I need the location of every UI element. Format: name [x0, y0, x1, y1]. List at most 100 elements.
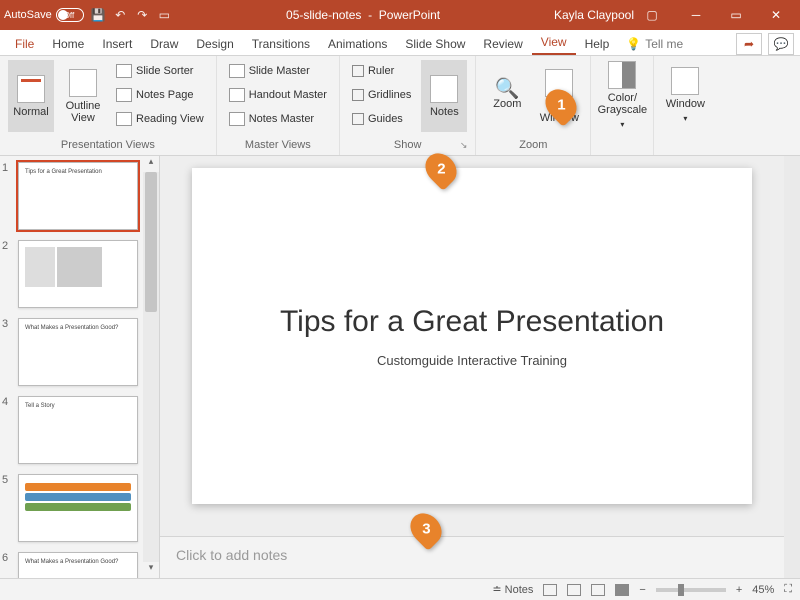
tab-home[interactable]: Home — [43, 33, 93, 55]
normal-icon — [17, 75, 45, 103]
autosave-toggle[interactable]: AutoSave Off — [4, 8, 74, 22]
scroll-down-icon[interactable]: ▾ — [143, 562, 159, 578]
notes-placeholder: Click to add notes — [176, 547, 287, 563]
notes-master-icon — [229, 112, 245, 126]
user-name[interactable]: Kayla Claypool — [554, 8, 634, 22]
scroll-thumb[interactable] — [145, 172, 157, 312]
zoom-button[interactable]: 🔍 Zoom — [484, 60, 530, 132]
tab-design[interactable]: Design — [187, 33, 242, 55]
group-label: Presentation Views — [8, 137, 208, 153]
slide-area: Tips for a Great Presentation Customguid… — [160, 156, 784, 578]
outline-view-button[interactable]: Outline View — [60, 60, 106, 132]
tell-me-search[interactable]: 💡 Tell me — [618, 33, 691, 55]
tab-file[interactable]: File — [6, 33, 43, 55]
handout-master-button[interactable]: Handout Master — [225, 84, 331, 106]
reading-view-button[interactable]: Reading View — [112, 108, 208, 130]
dialog-launcher-icon[interactable]: ↘ — [460, 140, 468, 151]
slide-scrollbar[interactable] — [784, 156, 800, 578]
redo-icon[interactable]: ↷ — [134, 7, 150, 23]
checkbox-icon — [352, 65, 364, 77]
color-grayscale-button[interactable]: Color/ Grayscale ▾ — [599, 60, 645, 132]
scroll-up-icon[interactable]: ▴ — [143, 156, 159, 172]
group-color-grayscale: Color/ Grayscale ▾ — [591, 56, 654, 155]
chevron-down-icon: ▾ — [620, 119, 624, 131]
tab-review[interactable]: Review — [474, 33, 531, 55]
thumbnails-scrollbar[interactable]: ▴ ▾ — [143, 156, 159, 578]
reading-view-icon — [116, 112, 132, 126]
slide-thumb-1[interactable]: Tips for a Great Presentation — [18, 162, 138, 230]
fit-to-window-icon[interactable]: ⛶ — [784, 583, 792, 596]
window-button[interactable]: Window ▾ — [662, 60, 708, 132]
maximize-button[interactable]: ▭ — [716, 0, 756, 30]
tab-animations[interactable]: Animations — [319, 33, 396, 55]
gridlines-checkbox[interactable]: Gridlines — [348, 84, 415, 106]
slide-number: 1 — [2, 162, 14, 230]
slide-master-button[interactable]: Slide Master — [225, 60, 331, 82]
checkbox-icon — [352, 113, 364, 125]
lightbulb-icon: 💡 — [626, 37, 641, 51]
slide-thumb-3[interactable]: What Makes a Presentation Good? — [18, 318, 138, 386]
notes-toggle[interactable]: ≐ Notes — [492, 583, 533, 596]
slide-master-icon — [229, 64, 245, 78]
ruler-checkbox[interactable]: Ruler — [348, 60, 415, 82]
slide-number: 6 — [2, 552, 14, 578]
slide-thumb-2[interactable] — [18, 240, 138, 308]
tab-transitions[interactable]: Transitions — [243, 33, 319, 55]
group-master-views: Slide Master Handout Master Notes Master… — [217, 56, 340, 155]
group-label: Zoom — [484, 137, 582, 153]
slide-number: 2 — [2, 240, 14, 308]
handout-master-icon — [229, 88, 245, 102]
guides-checkbox[interactable]: Guides — [348, 108, 415, 130]
zoom-in-button[interactable]: + — [736, 584, 742, 596]
autosave-label: AutoSave — [4, 9, 52, 21]
slide-subtitle: Customguide Interactive Training — [377, 353, 567, 368]
undo-icon[interactable]: ↶ — [112, 7, 128, 23]
ribbon-tabs: File Home Insert Draw Design Transitions… — [0, 30, 800, 56]
share-button[interactable]: ➦ — [736, 33, 762, 55]
group-label: Master Views — [225, 137, 331, 153]
slide-sorter-icon — [116, 64, 132, 78]
zoom-slider[interactable] — [656, 588, 726, 592]
notes-master-button[interactable]: Notes Master — [225, 108, 331, 130]
tab-help[interactable]: Help — [576, 33, 619, 55]
notes-icon — [430, 75, 458, 103]
notes-page-button[interactable]: Notes Page — [112, 84, 208, 106]
slide-title: Tips for a Great Presentation — [280, 305, 664, 339]
tab-slideshow[interactable]: Slide Show — [396, 33, 474, 55]
slide-number: 5 — [2, 474, 14, 542]
slide-number: 4 — [2, 396, 14, 464]
start-slideshow-icon[interactable]: ▭ — [156, 7, 172, 23]
color-icon — [608, 61, 636, 89]
zoom-out-button[interactable]: − — [639, 584, 645, 596]
view-sorter-icon[interactable] — [567, 584, 581, 596]
notes-button[interactable]: Notes — [421, 60, 467, 132]
ribbon-display-icon[interactable]: ▢ — [644, 7, 660, 23]
slide-thumbnails-panel: 1 Tips for a Great Presentation 2 3 What… — [0, 156, 160, 578]
slide-thumb-6[interactable]: What Makes a Presentation Good? — [18, 552, 138, 578]
zoom-level[interactable]: 45% — [752, 584, 774, 596]
close-button[interactable]: ✕ — [756, 0, 796, 30]
slide-sorter-button[interactable]: Slide Sorter — [112, 60, 208, 82]
slide-canvas[interactable]: Tips for a Great Presentation Customguid… — [192, 168, 752, 504]
view-normal-icon[interactable] — [543, 584, 557, 596]
zoom-icon: 🔍 — [495, 83, 520, 95]
work-area: 1 Tips for a Great Presentation 2 3 What… — [0, 156, 800, 578]
save-icon[interactable]: 💾 — [90, 7, 106, 23]
group-label: Show↘ — [348, 137, 467, 153]
tab-view[interactable]: View — [532, 31, 576, 55]
chevron-down-icon: ▾ — [683, 113, 687, 125]
comments-button[interactable]: 💬 — [768, 33, 794, 55]
view-slideshow-icon[interactable] — [615, 584, 629, 596]
view-reading-icon[interactable] — [591, 584, 605, 596]
outline-icon — [69, 69, 97, 97]
quick-access-toolbar: 💾 ↶ ↷ ▭ — [90, 7, 172, 23]
slide-thumb-5[interactable] — [18, 474, 138, 542]
tab-insert[interactable]: Insert — [93, 33, 141, 55]
titlebar: AutoSave Off 💾 ↶ ↷ ▭ 05-slide-notes - Po… — [0, 0, 800, 30]
normal-button[interactable]: Normal — [8, 60, 54, 132]
minimize-button[interactable]: ─ — [676, 0, 716, 30]
tab-draw[interactable]: Draw — [141, 33, 187, 55]
slide-thumb-4[interactable]: Tell a Story — [18, 396, 138, 464]
window-title: 05-slide-notes - PowerPoint — [172, 8, 554, 22]
notes-pane[interactable]: Click to add notes — [160, 536, 784, 578]
